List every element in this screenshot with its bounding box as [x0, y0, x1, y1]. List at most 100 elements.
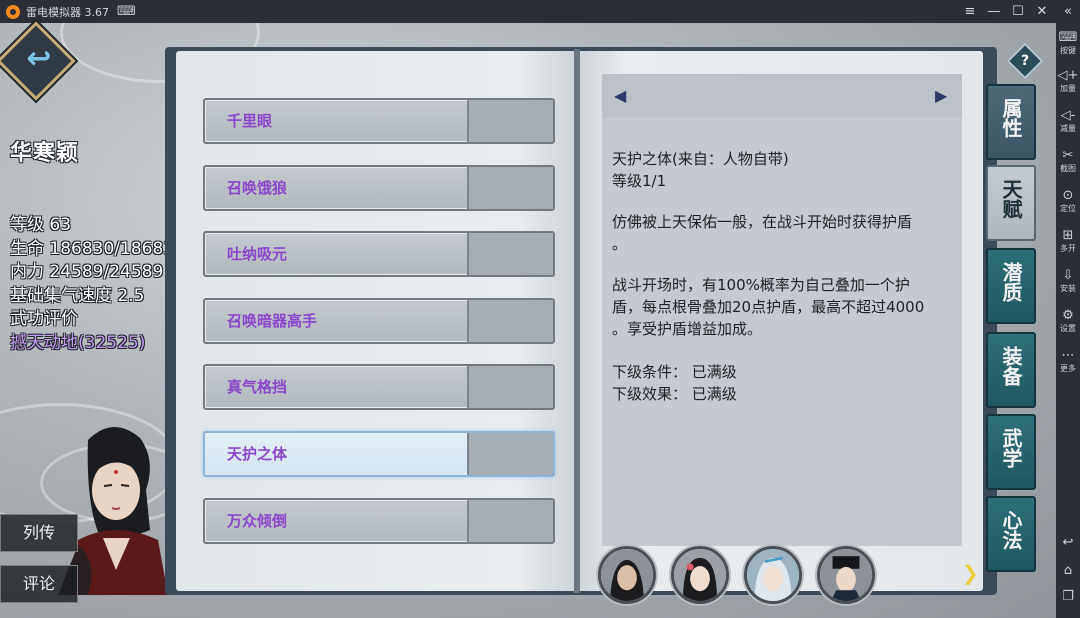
sidebar-item-keymap[interactable]: ⌨ 按键: [1056, 31, 1080, 56]
detail-desc-line: 盾，每点根骨叠加20点护盾，最高不超过4000: [612, 298, 925, 316]
sidebar-item-label: 设置: [1060, 324, 1076, 333]
emulator-sidebar: ⌨ 按键 ◁+ 加量 ◁- 减量 ✂ 截图 ⊙ 定位 ⊞ 多开 ⇩ 安装 ⚙ 设: [1056, 23, 1080, 618]
app-root: 雷电模拟器 3.67 ⌨ ≡ — ☐ ✕ « ⌨ 按键 ◁+ 加量 ◁- 减量 …: [0, 0, 1080, 618]
skill-slot: [467, 167, 553, 209]
companion-avatar[interactable]: [598, 546, 656, 604]
gamepad-icon[interactable]: ⌨: [117, 4, 136, 19]
sidebar-item-label: 截图: [1060, 164, 1076, 173]
help-icon[interactable]: ?: [1012, 48, 1038, 74]
android-recents-icon[interactable]: ❐: [1056, 589, 1080, 604]
stat-qi-speed: 基础集气速度 2.5: [10, 285, 145, 306]
book-spine: [574, 49, 580, 593]
skill-slot: [467, 366, 553, 408]
emulator-logo-icon: [6, 4, 20, 19]
minimize-icon[interactable]: —: [982, 0, 1006, 23]
tab-inner-method[interactable]: 心法: [986, 496, 1036, 572]
sidebar-item-more[interactable]: ⋯ 更多: [1056, 349, 1080, 374]
skill-name: 千里眼: [227, 112, 273, 130]
sidebar-item-settings[interactable]: ⚙ 设置: [1056, 309, 1080, 334]
detail-level: 等级1/1: [612, 172, 667, 190]
volume-down-icon: ◁-: [1060, 108, 1076, 123]
tab-potential[interactable]: 潜质: [986, 248, 1036, 324]
skill-name: 召唤饿狼: [227, 179, 288, 197]
next-companion-icon[interactable]: ❯: [962, 561, 979, 585]
skill-row[interactable]: 万众倾倒: [203, 498, 555, 544]
menu-icon[interactable]: ≡: [958, 0, 982, 23]
prev-page-icon[interactable]: ◀: [614, 86, 626, 105]
tab-label: 潜质: [999, 262, 1023, 302]
sidebar-item-volume-up[interactable]: ◁+ 加量: [1056, 69, 1080, 94]
tab-talent[interactable]: 天赋: [986, 165, 1036, 241]
skill-row[interactable]: 真气格挡: [203, 364, 555, 410]
detail-desc-line: 。享受护盾增益加成。: [612, 320, 763, 338]
stat-rating-value: 撼天动地(32525): [10, 332, 146, 353]
detail-desc-line: 战斗开场时，有100%概率为自己叠加一个护: [612, 276, 910, 294]
sidebar-item-label: 安装: [1060, 284, 1076, 293]
keyboard-icon: ⌨: [1058, 30, 1078, 45]
character-stats: 等级 63 生命 186830/186830 内力 24589/24589 基础…: [10, 214, 185, 355]
detail-header-bar: [602, 74, 962, 118]
emulator-title: 雷电模拟器 3.67: [26, 5, 109, 19]
companion-avatar[interactable]: [744, 546, 802, 604]
companion-avatar[interactable]: [817, 546, 875, 604]
sidebar-item-volume-down[interactable]: ◁- 减量: [1056, 109, 1080, 134]
sidebar-item-multi[interactable]: ⊞ 多开: [1056, 229, 1080, 254]
skill-slot: [467, 500, 553, 542]
skill-name: 吐纳吸元: [227, 245, 288, 263]
skill-name: 召唤暗器高手: [227, 312, 318, 330]
collapse-sidebar-icon[interactable]: «: [1056, 0, 1080, 23]
skill-row[interactable]: 吐纳吸元: [203, 231, 555, 277]
skill-name: 天护之体: [227, 445, 288, 463]
sidebar-item-screenshot[interactable]: ✂ 截图: [1056, 149, 1080, 174]
comment-button[interactable]: 评论: [0, 565, 78, 603]
sidebar-item-label: 按键: [1060, 46, 1076, 55]
tab-martial-arts[interactable]: 武学: [986, 414, 1036, 490]
tab-label: 属性: [999, 98, 1023, 138]
skill-row[interactable]: 千里眼: [203, 98, 555, 144]
detail-desc-line: 。: [612, 235, 628, 253]
scissors-icon: ✂: [1062, 148, 1074, 163]
sidebar-item-location[interactable]: ⊙ 定位: [1056, 189, 1080, 214]
sidebar-item-label: 更多: [1060, 364, 1076, 373]
sidebar-item-label: 减量: [1060, 124, 1076, 133]
emulator-titlebar: 雷电模拟器 3.67 ⌨ ≡ — ☐ ✕ «: [0, 0, 1080, 23]
multi-window-icon: ⊞: [1062, 228, 1074, 243]
close-icon[interactable]: ✕: [1030, 0, 1054, 23]
character-name: 华寒颖: [10, 141, 80, 166]
companion-avatar[interactable]: [671, 546, 729, 604]
stat-hp: 生命 186830/186830: [10, 238, 185, 259]
biography-button[interactable]: 列传: [0, 514, 78, 552]
skill-name: 真气格挡: [227, 378, 288, 396]
skill-slot: [467, 233, 553, 275]
next-page-icon[interactable]: ▶: [935, 86, 947, 105]
stat-rating-label: 武功评价: [10, 309, 78, 329]
tab-attributes[interactable]: 属性: [986, 84, 1036, 160]
back-arrow-icon[interactable]: ↩: [8, 29, 70, 91]
skill-slot: [467, 100, 553, 142]
detail-next-effect: 下级效果： 已满级: [612, 385, 737, 403]
detail-next-condition: 下级条件： 已满级: [612, 363, 737, 381]
stat-level: 等级 63: [10, 215, 72, 235]
tab-equipment[interactable]: 装备: [986, 332, 1036, 408]
skill-row[interactable]: 召唤暗器高手: [203, 298, 555, 344]
detail-title: 天护之体(来自：人物自带): [612, 150, 789, 168]
location-icon: ⊙: [1062, 188, 1074, 203]
tab-label: 装备: [999, 346, 1023, 386]
install-icon: ⇩: [1062, 268, 1074, 283]
skill-row[interactable]: 召唤饿狼: [203, 165, 555, 211]
volume-up-icon: ◁+: [1057, 68, 1079, 83]
skill-row[interactable]: 天护之体: [203, 431, 555, 477]
skill-name: 万众倾倒: [227, 512, 288, 530]
stat-mp: 内力 24589/24589: [10, 262, 164, 282]
skill-slot: [467, 433, 553, 475]
sidebar-item-install[interactable]: ⇩ 安装: [1056, 269, 1080, 294]
tab-label: 武学: [999, 428, 1023, 468]
tab-label: 天赋: [999, 179, 1023, 219]
more-icon: ⋯: [1061, 348, 1075, 363]
android-back-icon[interactable]: ↩: [1056, 535, 1080, 550]
detail-desc-line: 仿佛被上天保佑一般，在战斗开始时获得护盾: [612, 213, 913, 231]
maximize-icon[interactable]: ☐: [1006, 0, 1030, 23]
android-home-icon[interactable]: ⌂: [1056, 563, 1080, 578]
sidebar-item-label: 加量: [1060, 84, 1076, 93]
tab-label: 心法: [999, 510, 1023, 550]
